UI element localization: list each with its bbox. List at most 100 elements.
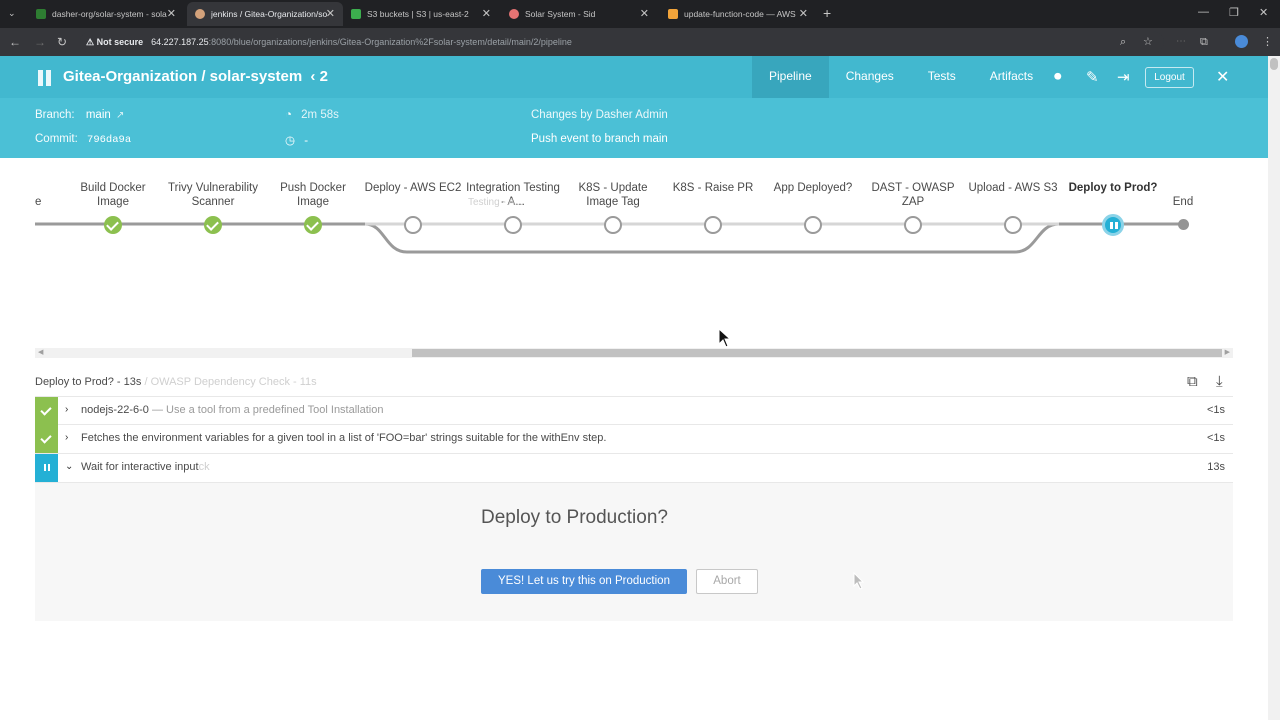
extensions-puzzle-icon[interactable]: ⧉ xyxy=(1200,34,1208,50)
close-tab-icon[interactable]: ✕ xyxy=(799,7,808,20)
browser-tab-label: jenkins / Gitea-Organization/so xyxy=(211,9,328,19)
run-number: 2 xyxy=(319,68,328,85)
graph-scrollbar[interactable]: ◀ ▶ xyxy=(35,348,1233,358)
success-node-icon[interactable] xyxy=(104,216,122,234)
success-status-icon xyxy=(35,397,58,425)
extension-icon[interactable]: ⋯ xyxy=(1176,34,1186,50)
end-node[interactable] xyxy=(1178,219,1189,230)
chevron-right-icon[interactable]: › xyxy=(65,404,68,415)
step-row[interactable]: › Fetches the environment variables for … xyxy=(35,425,1233,454)
not-built-node[interactable] xyxy=(604,216,622,234)
stage-label[interactable]: Trivy Vulnerability Scanner xyxy=(163,181,263,209)
chevron-down-icon[interactable]: ⌄ xyxy=(65,461,73,472)
stop-icon[interactable]: ⏺ xyxy=(1054,68,1062,85)
download-icon[interactable]: ⤓ xyxy=(1216,373,1223,390)
paused-node-icon[interactable] xyxy=(1102,214,1124,236)
not-secure-badge[interactable]: ⚠ Not secure xyxy=(86,37,143,48)
address-bar[interactable]: ⚠ Not secure 64.227.187.25:8080/blue/org… xyxy=(80,31,1164,53)
stage-label[interactable]: DAST - OWASP ZAP xyxy=(863,181,963,209)
success-node-icon[interactable] xyxy=(304,216,322,234)
pipeline-header: Gitea-Organization / solar-system ‹ 2 Pi… xyxy=(0,56,1268,98)
new-tab-icon[interactable]: + xyxy=(823,5,831,21)
zoom-icon[interactable]: ⌕ xyxy=(1120,34,1126,50)
stage-label[interactable]: App Deployed? xyxy=(763,181,863,195)
browser-tab-2[interactable]: jenkins / Gitea-Organization/so ✕ xyxy=(187,2,343,26)
bookmark-star-icon[interactable]: ☆ xyxy=(1143,34,1153,50)
url-path: :8080/blue/organizations/jenkins/Gitea-O… xyxy=(208,37,572,47)
changes-by: Changes by Dasher Admin xyxy=(531,109,668,121)
pipeline-title[interactable]: Gitea-Organization / solar-system xyxy=(63,68,302,85)
browser-tab-label: S3 buckets | S3 | us-east-2 xyxy=(367,9,469,19)
not-secure-label: Not secure xyxy=(96,36,144,47)
stage-label[interactable]: Build Docker Image xyxy=(63,181,163,209)
close-tab-icon[interactable]: ✕ xyxy=(640,7,649,20)
forward-icon[interactable]: → xyxy=(34,34,46,50)
browser-tab-4[interactable]: Solar System - Sid ✕ xyxy=(501,2,657,26)
stage-label[interactable]: Upload - AWS S3 xyxy=(963,181,1063,195)
reload-icon[interactable]: ↻ xyxy=(57,34,67,50)
scrollbar-thumb[interactable] xyxy=(412,349,1222,357)
browser-menu-icon[interactable]: ⋮ xyxy=(1262,34,1273,50)
edit-pencil-icon[interactable]: ✎ xyxy=(1086,68,1099,86)
browser-toolbar: ← → ↻ ⚠ Not secure 64.227.187.25:8080/bl… xyxy=(0,28,1280,56)
branch-value[interactable]: main xyxy=(86,109,111,121)
logout-button[interactable]: Logout xyxy=(1145,67,1194,88)
step-name: Fetches the environment variables for a … xyxy=(81,432,607,444)
url-host: 64.227.187.25 xyxy=(151,37,209,47)
duration-value: 2m 58s xyxy=(301,109,339,121)
page-scrollbar[interactable] xyxy=(1268,56,1280,720)
stage-label[interactable]: End xyxy=(1133,195,1233,209)
clock-icon: ◷ xyxy=(285,135,296,147)
stage-label[interactable]: K8S - Raise PR xyxy=(663,181,763,195)
run-back-icon[interactable]: ‹ xyxy=(310,68,315,85)
browser-tab-5[interactable]: update-function-code — AWS ✕ xyxy=(660,2,816,26)
open-log-icon[interactable]: ⧉ xyxy=(1187,373,1198,390)
close-icon[interactable]: ✕ xyxy=(1216,67,1229,87)
profile-avatar[interactable] xyxy=(1235,35,1248,48)
chevron-right-icon[interactable]: › xyxy=(65,432,68,443)
close-tab-icon[interactable]: ✕ xyxy=(167,7,176,20)
step-row[interactable]: › nodejs-22-6-0 — Use a tool from a pred… xyxy=(35,396,1233,425)
browser-tab-1[interactable]: dasher-org/solar-system - sola ✕ xyxy=(28,2,184,26)
tab-changes[interactable]: Changes xyxy=(829,56,911,98)
step-duration: <1s xyxy=(1206,404,1225,416)
browser-tab-3[interactable]: S3 buckets | S3 | us-east-2 ✕ xyxy=(343,2,499,26)
duration-info: ◔ 2m 58s xyxy=(285,109,339,121)
close-window-icon[interactable]: ✕ xyxy=(1259,6,1268,19)
tab-search-icon[interactable]: ⌄ xyxy=(8,5,16,21)
stopwatch-icon: ◔ xyxy=(285,109,292,121)
success-node-icon[interactable] xyxy=(204,216,222,234)
maximize-icon[interactable]: ❐ xyxy=(1229,6,1239,19)
not-built-node[interactable] xyxy=(404,216,422,234)
step-row[interactable]: ⌄ Wait for interactive inputck 13s xyxy=(35,454,1233,483)
stage-label[interactable]: e xyxy=(35,195,45,209)
tab-pipeline[interactable]: Pipeline xyxy=(752,56,829,98)
minimize-icon[interactable]: — xyxy=(1198,6,1209,18)
stage-label[interactable]: Push Docker Image xyxy=(263,181,363,209)
scroll-left-icon[interactable]: ◀ xyxy=(38,348,43,358)
not-built-node[interactable] xyxy=(504,216,522,234)
not-built-node[interactable] xyxy=(704,216,722,234)
exit-classic-icon[interactable]: ⇥ xyxy=(1117,68,1130,86)
step-text: Fetches the environment variables for a … xyxy=(81,432,606,444)
proceed-button[interactable]: YES! Let us try this on Production xyxy=(481,569,687,594)
jenkins-favicon-icon xyxy=(195,9,205,19)
branch-info: Branch: main ↗ xyxy=(35,109,124,121)
scroll-right-icon[interactable]: ▶ xyxy=(1225,348,1230,358)
not-built-node[interactable] xyxy=(904,216,922,234)
stage-label[interactable]: Deploy to Prod? xyxy=(1063,181,1163,195)
tab-tests[interactable]: Tests xyxy=(911,56,973,98)
stage-label[interactable]: K8S - Update Image Tag xyxy=(563,181,663,209)
close-tab-icon[interactable]: ✕ xyxy=(482,7,491,20)
abort-button[interactable]: Abort xyxy=(696,569,758,594)
tab-artifacts[interactable]: Artifacts xyxy=(973,56,1050,98)
trigger-cause: Push event to branch main xyxy=(531,133,668,145)
stage-label[interactable]: Deploy - AWS EC2 xyxy=(363,181,463,195)
not-built-node[interactable] xyxy=(1004,216,1022,234)
external-link-icon[interactable]: ↗ xyxy=(116,110,124,121)
back-icon[interactable]: ← xyxy=(9,34,21,50)
not-built-node[interactable] xyxy=(804,216,822,234)
run-info: Branch: main ↗ Commit: 796da9a ◔ 2m 58s … xyxy=(0,98,1268,158)
step-name: nodejs-22-6-0 xyxy=(81,404,149,416)
close-tab-icon[interactable]: ✕ xyxy=(326,7,335,20)
